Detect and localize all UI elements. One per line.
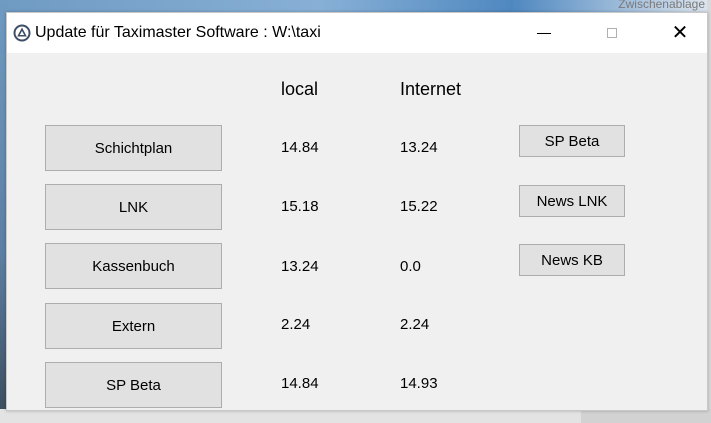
sp-beta-button[interactable]: SP Beta <box>45 362 222 408</box>
lnk-button[interactable]: LNK <box>45 184 222 230</box>
desktop-background-bottom-right <box>581 409 711 423</box>
close-icon: ✕ <box>671 22 689 44</box>
schichtplan-local-version: 14.84 <box>281 139 319 156</box>
update-window: Update für Taximaster Software : W:\taxi… <box>6 12 708 411</box>
column-header-local: local <box>281 79 319 99</box>
lnk-local-version: 15.18 <box>281 198 319 215</box>
background-window-title: Zwischenablage <box>618 0 705 11</box>
kassenbuch-button[interactable]: Kassenbuch <box>45 243 222 289</box>
schichtplan-button[interactable]: Schichtplan <box>45 125 222 171</box>
minimize-button[interactable] <box>521 13 567 53</box>
schichtplan-internet-version: 13.24 <box>400 139 438 156</box>
sp-beta-local-version: 14.84 <box>281 375 319 392</box>
news-lnk-button[interactable]: News LNK <box>519 185 625 217</box>
sp-beta-internet-version: 14.93 <box>400 375 438 392</box>
minimize-icon <box>537 32 551 34</box>
maximize-icon <box>607 28 617 38</box>
column-header-internet: Internet <box>400 79 462 99</box>
maximize-button[interactable] <box>589 13 635 53</box>
extern-internet-version: 2.24 <box>400 316 430 333</box>
kassenbuch-internet-version: 0.0 <box>400 258 421 275</box>
window-content: local Internet Schichtplan 14.84 13.24 L… <box>7 53 707 410</box>
kassenbuch-local-version: 13.24 <box>281 258 319 275</box>
extern-button[interactable]: Extern <box>45 303 222 349</box>
close-button[interactable]: ✕ <box>657 13 703 53</box>
taximaster-app-icon <box>13 24 31 42</box>
sp-beta-side-button[interactable]: SP Beta <box>519 125 625 157</box>
title-bar[interactable]: Update für Taximaster Software : W:\taxi… <box>7 13 707 53</box>
desktop-background-top: Zwischenablage <box>0 0 711 12</box>
extern-local-version: 2.24 <box>281 316 311 333</box>
news-kb-button[interactable]: News KB <box>519 244 625 276</box>
lnk-internet-version: 15.22 <box>400 198 438 215</box>
window-title: Update für Taximaster Software : W:\taxi <box>35 24 321 41</box>
